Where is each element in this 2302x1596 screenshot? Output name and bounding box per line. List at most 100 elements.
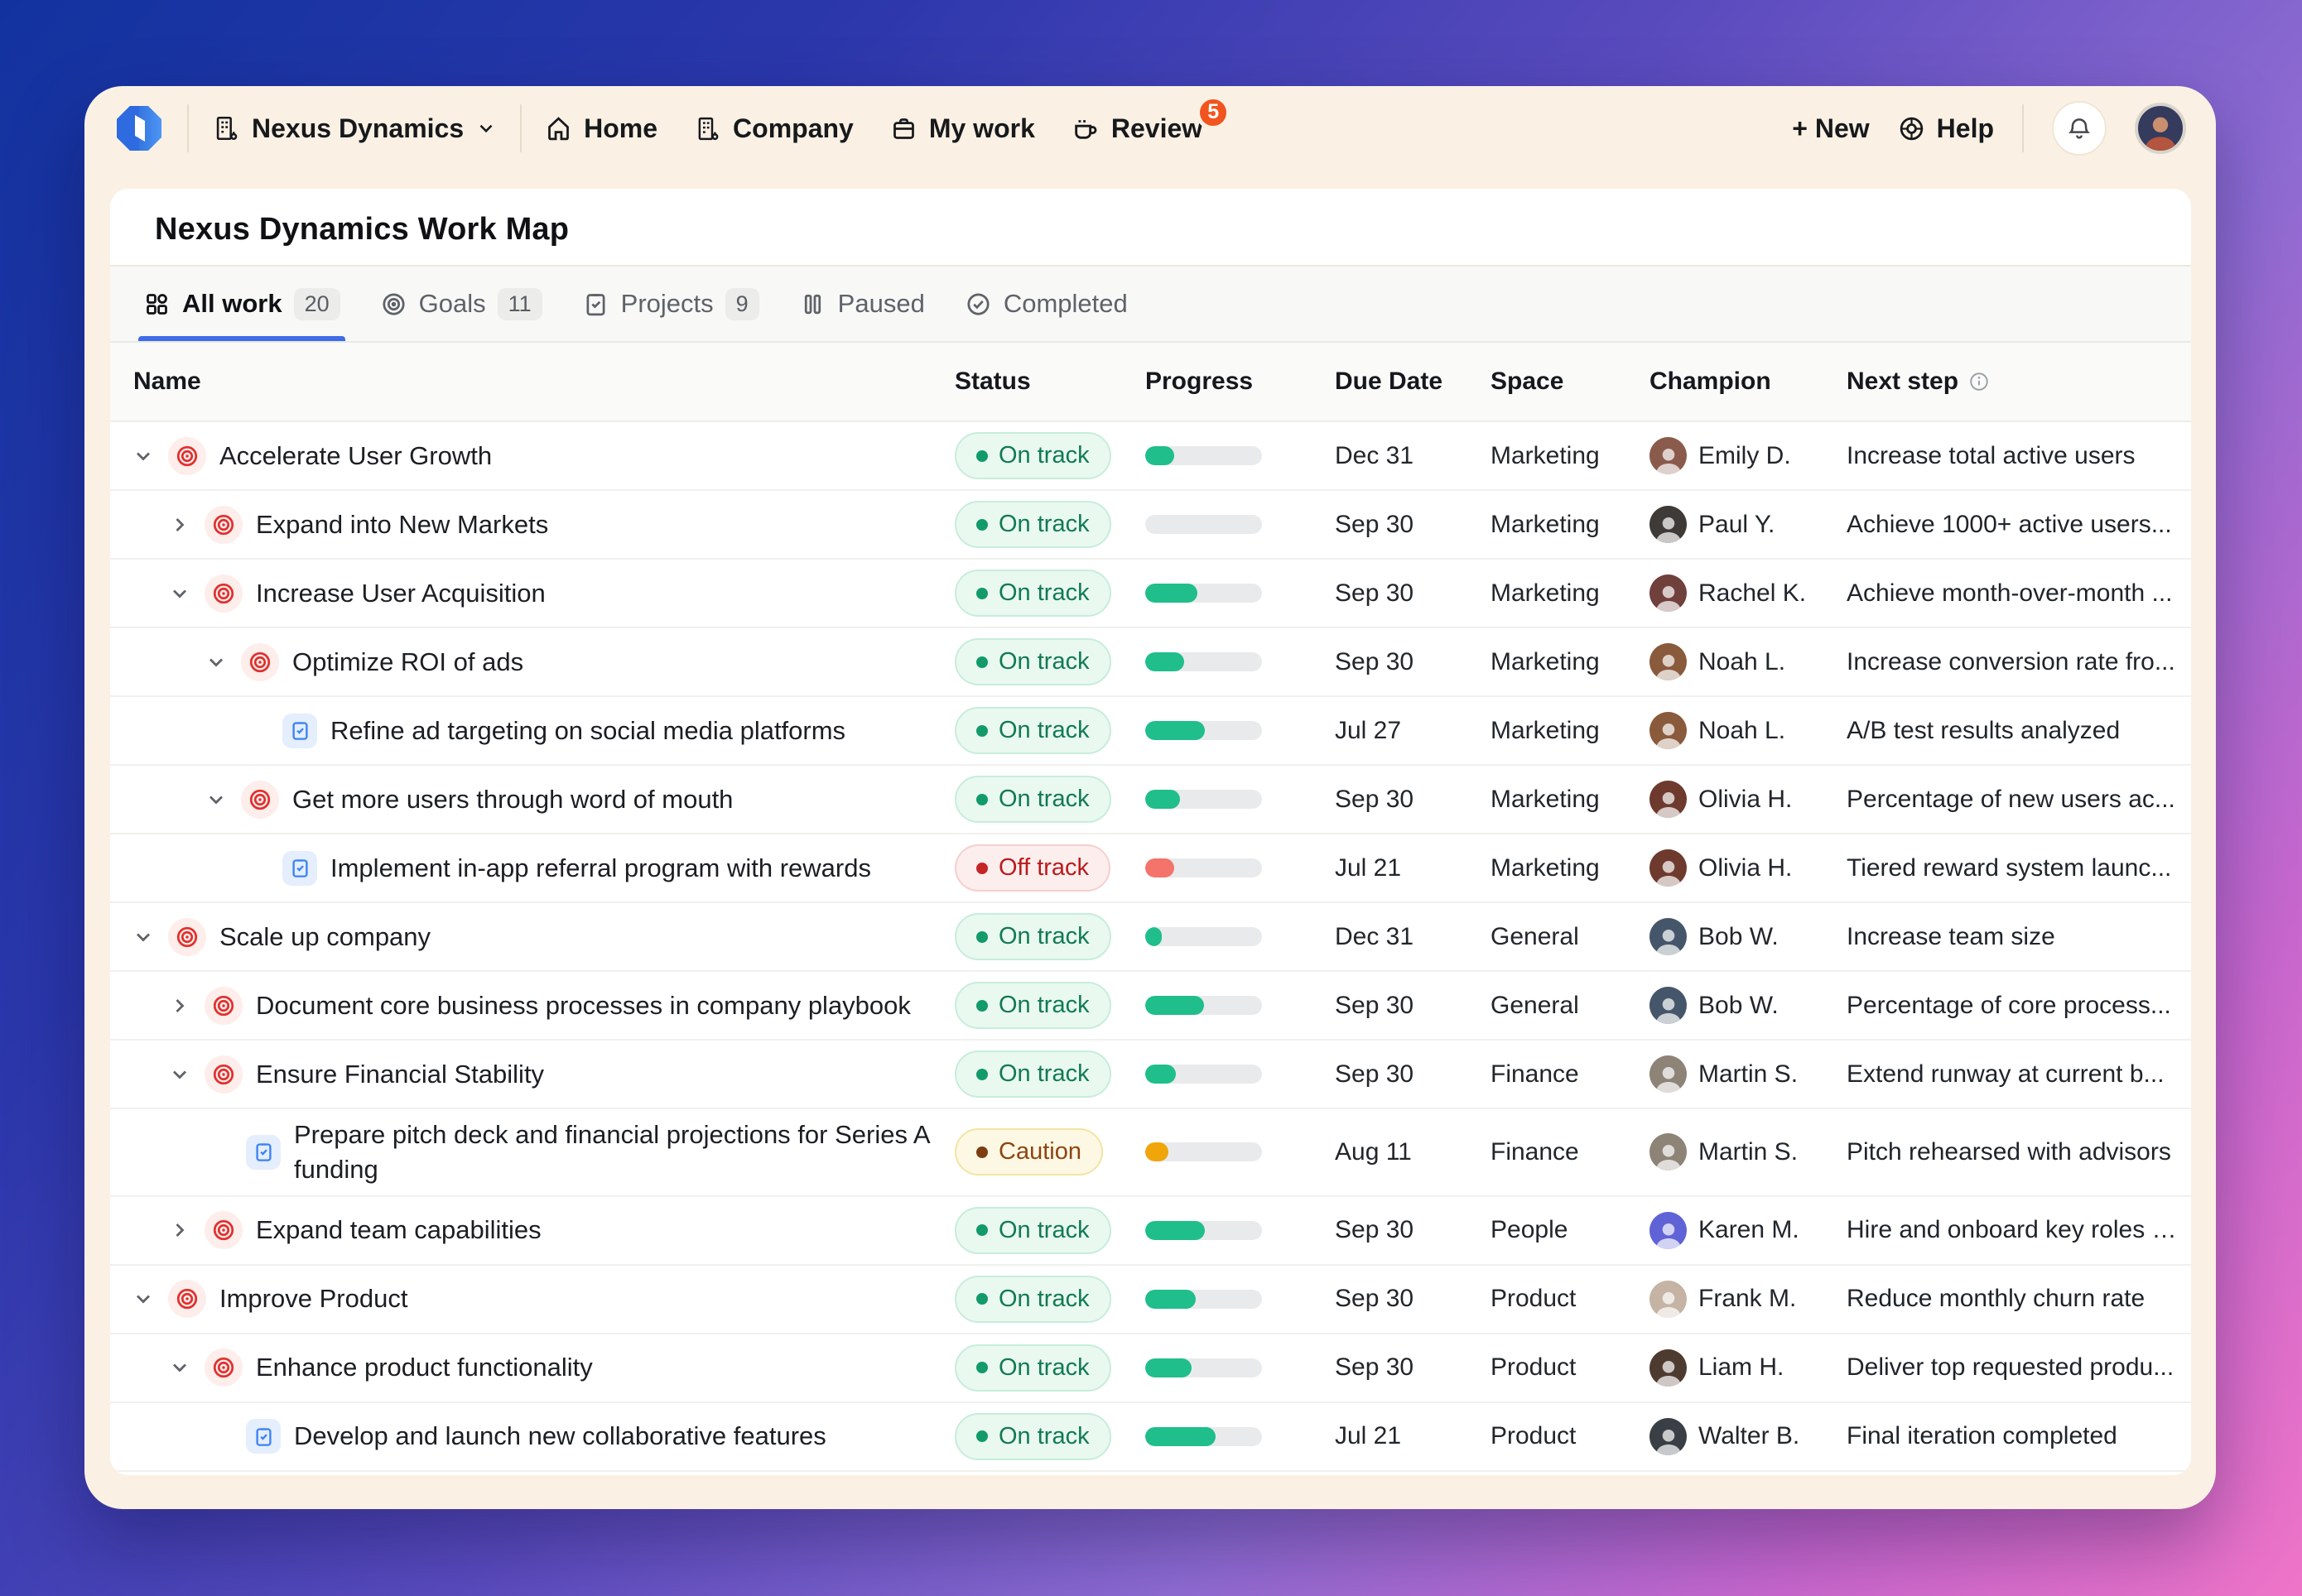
- table-row[interactable]: Develop and launch new collaborative fea…: [110, 1403, 2191, 1472]
- status-badge[interactable]: On track: [955, 776, 1111, 823]
- space-label: Marketing: [1491, 511, 1649, 539]
- status-badge[interactable]: On track: [955, 1344, 1111, 1392]
- due-date: Sep 30: [1335, 1060, 1491, 1089]
- nav-item-label: Review: [1111, 113, 1202, 144]
- champion-cell: Olivia H.: [1649, 781, 1847, 818]
- progress-bar: [1145, 652, 1262, 671]
- chevron-down-icon: [168, 1356, 191, 1379]
- status-label: On track: [999, 442, 1090, 469]
- table-row[interactable]: Refine ad targeting on social media plat…: [110, 697, 2191, 766]
- next-step-cell: Increase team size: [1847, 923, 2191, 951]
- app-logo[interactable]: [114, 103, 164, 153]
- status-label: On track: [999, 1217, 1090, 1244]
- row-name-label: Improve Product: [219, 1281, 407, 1316]
- expand-toggle[interactable]: [205, 788, 228, 811]
- nav-item-review[interactable]: Review: [1072, 113, 1202, 144]
- status-badge[interactable]: On track: [955, 982, 1111, 1029]
- notifications-button[interactable]: [2052, 101, 2107, 156]
- table-row[interactable]: Accelerate User Growth On track Dec 31 M…: [110, 422, 2191, 491]
- champion-cell: Paul Y.: [1649, 506, 1847, 543]
- expand-toggle[interactable]: [132, 925, 155, 949]
- champion-cell: Walter B.: [1649, 1418, 1847, 1455]
- status-badge[interactable]: On track: [955, 1050, 1111, 1098]
- status-badge[interactable]: On track: [955, 432, 1111, 479]
- nav-item-company[interactable]: Company: [694, 113, 854, 144]
- info-icon[interactable]: [1968, 371, 1990, 392]
- expand-toggle[interactable]: [168, 994, 191, 1017]
- new-button[interactable]: + New: [1792, 113, 1869, 144]
- expand-toggle[interactable]: [132, 445, 155, 468]
- expand-toggle[interactable]: [168, 513, 191, 536]
- expand-toggle[interactable]: [168, 1063, 191, 1086]
- tab-goals[interactable]: Goals 11: [380, 267, 542, 341]
- table-row[interactable]: Expand team capabilities On track Sep 30…: [110, 1197, 2191, 1266]
- user-avatar[interactable]: [2135, 103, 2186, 154]
- status-badge[interactable]: On track: [955, 913, 1111, 960]
- status-badge[interactable]: On track: [955, 1207, 1111, 1254]
- tab-paused[interactable]: Paused: [799, 267, 925, 341]
- status-badge[interactable]: Off track: [955, 844, 1110, 892]
- goal-target-icon: [205, 506, 243, 544]
- status-cell: On track: [955, 1413, 1145, 1460]
- next-step-cell: Increase conversion rate fro...: [1847, 648, 2191, 676]
- status-badge[interactable]: On track: [955, 1276, 1111, 1323]
- expand-toggle[interactable]: [168, 1356, 191, 1379]
- space-label: People: [1491, 1216, 1649, 1244]
- table-row[interactable]: Implement in-app referral program with r…: [110, 834, 2191, 903]
- status-badge[interactable]: Caution: [955, 1128, 1103, 1175]
- expand-toggle[interactable]: [132, 1287, 155, 1310]
- goal-target-icon: [168, 437, 206, 475]
- tab-projects[interactable]: Projects 9: [582, 267, 759, 341]
- nav-item-home[interactable]: Home: [545, 113, 657, 144]
- expand-toggle[interactable]: [168, 1219, 191, 1242]
- champion-avatar: [1649, 1055, 1687, 1093]
- table-row[interactable]: Scale up company On track Dec 31 General…: [110, 903, 2191, 972]
- table-row[interactable]: Enhance product functionality On track S…: [110, 1334, 2191, 1403]
- table-row[interactable]: Ensure Financial Stability On track Sep …: [110, 1041, 2191, 1109]
- status-dot: [976, 1362, 988, 1373]
- status-badge[interactable]: On track: [955, 1413, 1111, 1460]
- person-silhouette-icon: [1653, 1139, 1684, 1171]
- status-badge[interactable]: On track: [955, 570, 1111, 617]
- table-row[interactable]: Improve Product On track Sep 30 Product …: [110, 1266, 2191, 1334]
- help-button[interactable]: Help: [1898, 113, 1994, 144]
- workspace-switcher[interactable]: Nexus Dynamics: [212, 113, 497, 144]
- table-row[interactable]: Document core business processes in comp…: [110, 972, 2191, 1041]
- nav-item-label: Company: [733, 113, 854, 144]
- progress-bar: [1145, 1065, 1262, 1084]
- next-step-label: Pitch rehearsed with advisors: [1847, 1138, 2171, 1166]
- table-row[interactable]: Get more users through word of mouth On …: [110, 766, 2191, 834]
- due-date: Sep 30: [1335, 1285, 1491, 1313]
- status-badge[interactable]: On track: [955, 707, 1111, 754]
- column-header-status: Status: [955, 368, 1145, 396]
- tab-all-work[interactable]: All work 20: [143, 267, 340, 341]
- champion-name: Karen M.: [1698, 1216, 1799, 1244]
- top-navbar: Nexus Dynamics Home: [84, 86, 2216, 171]
- space-label: Finance: [1491, 1138, 1649, 1166]
- status-dot: [976, 656, 988, 668]
- progress-fill: [1145, 652, 1184, 671]
- space-label: Marketing: [1491, 717, 1649, 745]
- status-dot: [976, 1430, 988, 1442]
- table-row[interactable]: Increase User Acquisition On track Sep 3…: [110, 560, 2191, 628]
- status-badge[interactable]: On track: [955, 638, 1111, 685]
- goal-target-icon: [241, 643, 279, 681]
- due-date: Sep 30: [1335, 511, 1491, 539]
- person-silhouette-icon: [1653, 649, 1684, 680]
- table-row[interactable]: Prepare pitch deck and financial project…: [110, 1109, 2191, 1197]
- status-badge[interactable]: On track: [955, 501, 1111, 548]
- tab-completed[interactable]: Completed: [965, 267, 1128, 341]
- chevron-right-icon: [168, 513, 191, 536]
- table-row[interactable]: Optimize ROI of ads On track Sep 30 Mark…: [110, 628, 2191, 697]
- table-row[interactable]: Expand into New Markets On track Sep 30 …: [110, 491, 2191, 560]
- nav-item-my-work[interactable]: My work: [890, 113, 1035, 144]
- status-dot: [976, 1069, 988, 1080]
- expand-toggle[interactable]: [205, 651, 228, 674]
- expand-toggle[interactable]: [168, 582, 191, 605]
- project-clipboard-icon: [246, 1419, 281, 1454]
- status-dot: [976, 519, 988, 531]
- status-cell: On track: [955, 570, 1145, 617]
- space-label: Marketing: [1491, 442, 1649, 470]
- champion-avatar: [1649, 643, 1687, 680]
- next-step-label: A/B test results analyzed: [1847, 717, 2120, 745]
